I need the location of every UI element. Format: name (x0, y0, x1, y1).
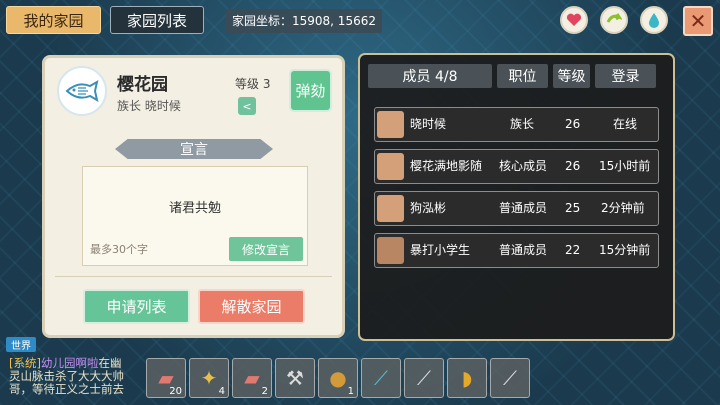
leader-name: 晓时候 (144, 99, 181, 113)
member-level: 26 (565, 159, 581, 173)
home-coordinates: 家园坐标：15908, 15662 (226, 9, 382, 33)
fish-emblem-icon (57, 66, 107, 116)
chat-text-2: 灵山脉击杀了大大大帅 (9, 369, 124, 383)
slot-count: 4 (218, 386, 225, 397)
system-tag: [系统] (9, 356, 41, 370)
hotbar-slot[interactable]: ◗ (447, 358, 487, 398)
hotbar-slot[interactable]: ⟋ (404, 358, 444, 398)
member-row[interactable]: 晓时候 族长 26 在线 (374, 107, 659, 142)
hotbar-slot[interactable]: ▰ 2 (232, 358, 272, 398)
chat-text-1: 在幽 (98, 356, 122, 370)
wheat-icon: ✦ (200, 366, 218, 390)
leader-info: 族长 晓时候 (117, 97, 181, 114)
home-level: 等级 3 (235, 77, 271, 91)
hotbar-slot[interactable]: ⟋ (361, 358, 401, 398)
member-name: 樱花满地影随 (410, 159, 483, 173)
divider (55, 276, 332, 277)
member-role: 普通成员 (499, 201, 548, 215)
player-name[interactable]: 幼儿园啊啦 (41, 356, 99, 370)
member-level: 22 (565, 243, 581, 257)
avatar (377, 153, 404, 180)
slot-count: 2 (261, 386, 268, 397)
close-button[interactable]: ✕ (683, 6, 713, 36)
tab-home-list[interactable]: 家园列表 (110, 6, 204, 34)
leader-label: 族长 (117, 99, 142, 113)
heart-icon[interactable] (560, 6, 588, 34)
hotbar-slot[interactable]: ▰ 20 (146, 358, 186, 398)
avatar (377, 237, 404, 264)
members-panel: 成员 4/8 职位 等级 登录 晓时候 族长 26 在线 樱花满地影随 核心成员… (358, 53, 675, 341)
sword-icon: ⟋ (417, 366, 431, 390)
member-role: 普通成员 (499, 243, 548, 257)
axe-icon: ⚒ (286, 366, 304, 390)
declaration-box: 诸君共勉 最多30个字 修改宣言 (82, 166, 308, 266)
dissolve-home-button[interactable]: 解散家园 (198, 289, 305, 324)
close-icon: ✕ (689, 9, 707, 33)
slot-count: 1 (347, 386, 354, 397)
member-count-header: 成员 4/8 (368, 64, 492, 88)
hotbar-slot[interactable]: ⟋ (490, 358, 530, 398)
member-login: 2分钟前 (601, 201, 645, 215)
member-login: 在线 (613, 117, 638, 131)
staff-icon: ⟋ (374, 366, 388, 390)
login-header[interactable]: 登录 (595, 64, 656, 88)
hotbar-slot[interactable]: ● 1 (318, 358, 358, 398)
chat-message: [系统]幼儿园啊啦在幽 灵山脉击杀了大大大帅 哥，等待正义之士前去 (9, 357, 143, 396)
declaration-text: 诸君共勉 (168, 201, 221, 216)
avatar (377, 111, 404, 138)
meat-icon: ▰ (244, 366, 260, 390)
member-row[interactable]: 樱花满地影随 核心成员 26 15小时前 (374, 149, 659, 184)
world-channel-tab[interactable]: 世界 (6, 337, 36, 352)
hotbar-slot[interactable]: ✦ 4 (189, 358, 229, 398)
bag-icon: ● (329, 366, 347, 390)
swap-icon[interactable] (600, 6, 628, 34)
impeach-button[interactable]: 弹劾 (289, 69, 332, 112)
member-level: 26 (565, 117, 581, 131)
banana-icon: ◗ (461, 366, 473, 390)
slot-count: 20 (169, 386, 182, 397)
water-drop-icon[interactable] (640, 6, 668, 34)
home-name: 樱花园 (117, 75, 168, 95)
member-role: 族长 (510, 117, 535, 131)
member-row[interactable]: 暴打小学生 普通成员 22 15分钟前 (374, 233, 659, 268)
member-login: 15小时前 (599, 159, 651, 173)
member-level: 25 (565, 201, 581, 215)
declaration-title: 宣言 (115, 139, 273, 159)
apply-list-button[interactable]: 申请列表 (83, 289, 190, 324)
chat-text-3: 哥，等待正义之士前去 (9, 382, 124, 396)
declaration-limit: 最多30个字 (90, 243, 148, 256)
home-info-panel: 樱花园 族长 晓时候 等级 3 < 弹劾 宣言 诸君共勉 最多30个字 修改宣言… (42, 55, 345, 338)
avatar (377, 195, 404, 222)
tab-my-home[interactable]: 我的家园 (6, 6, 101, 34)
member-name: 暴打小学生 (410, 243, 471, 257)
hotbar-slot[interactable]: ⚒ (275, 358, 315, 398)
modify-declaration-button[interactable]: 修改宣言 (229, 237, 303, 261)
blade-icon: ⟋ (503, 366, 517, 390)
member-role: 核心成员 (499, 159, 548, 173)
level-header[interactable]: 等级 (553, 64, 590, 88)
member-name: 晓时候 (410, 117, 447, 131)
member-name: 狗泓彬 (410, 201, 447, 215)
member-login: 15分钟前 (599, 243, 651, 257)
position-header[interactable]: 职位 (497, 64, 548, 88)
member-row[interactable]: 狗泓彬 普通成员 25 2分钟前 (374, 191, 659, 226)
share-icon[interactable]: < (238, 97, 256, 115)
